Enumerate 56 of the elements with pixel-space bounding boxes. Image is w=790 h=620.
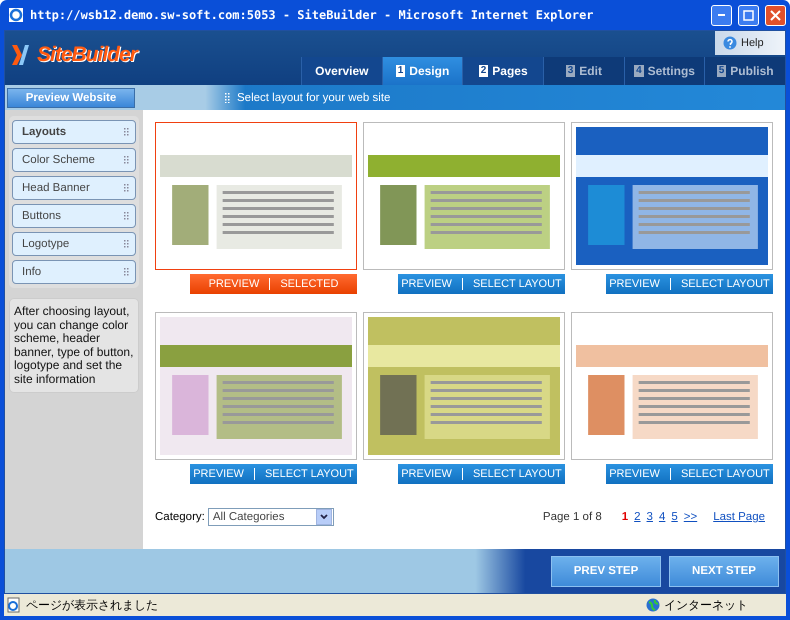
window-title: http://wsb12.demo.sw-soft.com:5053 - SiteBuilder - Microsoft Internet Explorer (30, 8, 595, 22)
status-message: ページが表示されました (26, 596, 159, 614)
preview-link[interactable]: PREVIEW (609, 278, 660, 290)
nav-tab[interactable]: Overview (301, 57, 382, 85)
page-link[interactable]: 1 (622, 511, 628, 523)
grip-icon (124, 240, 129, 248)
page-summary: Page 1 of 8 (542, 511, 602, 523)
next-pages-link[interactable]: >> (684, 511, 698, 523)
sidebar-item[interactable]: Info (12, 260, 136, 284)
category-dropdown[interactable]: All Categories (208, 508, 334, 526)
maximize-button[interactable] (738, 4, 759, 26)
sidebar-item[interactable]: Layouts (12, 120, 136, 144)
zone-text: インターネット (664, 596, 748, 614)
grip-icon (124, 184, 129, 192)
select-layout-link[interactable]: SELECT LAYOUT (472, 468, 562, 480)
page-icon (6, 597, 22, 613)
select-layout-link[interactable]: SELECT LAYOUT (264, 468, 354, 480)
minimize-button[interactable] (711, 4, 732, 26)
page-link[interactable]: 2 (634, 511, 641, 523)
grip-icon (124, 212, 129, 220)
dots-icon (225, 92, 231, 102)
nav-tab[interactable]: 1 Design (382, 57, 462, 85)
preview-link[interactable]: PREVIEW (193, 468, 244, 480)
page-link[interactable]: 4 (658, 511, 666, 523)
preview-link[interactable]: PREVIEW (401, 468, 452, 480)
category-label: Category: (155, 511, 205, 523)
sidebar-item[interactable]: Logotype (12, 232, 136, 256)
close-button[interactable] (765, 4, 786, 26)
grip-icon (124, 128, 129, 136)
help-link[interactable]: Help (741, 37, 764, 49)
globe-icon (646, 598, 660, 612)
page-link[interactable]: 3 (646, 511, 653, 523)
help-icon (723, 36, 737, 50)
sidebar-item[interactable]: Buttons (12, 204, 136, 228)
select-layout-link[interactable]: SELECT LAYOUT (680, 468, 770, 480)
maximize-icon (743, 10, 754, 20)
browser-icon (8, 7, 24, 23)
grip-icon (124, 156, 129, 164)
help-note: After choosing layout, you can change color scheme, header banner, type of button, logotype and set the site information (9, 298, 139, 393)
preview-link[interactable]: PREVIEW (401, 278, 452, 290)
last-page-link[interactable]: Last Page (713, 511, 765, 523)
select-layout-link[interactable]: SELECTED (280, 278, 338, 290)
preview-link[interactable]: PREVIEW (208, 278, 260, 290)
select-layout-link[interactable]: SELECT LAYOUT (472, 278, 562, 290)
sidebar-item[interactable]: Color Scheme (12, 148, 136, 172)
caret-icon (320, 514, 328, 520)
page-link[interactable]: 5 (671, 511, 678, 523)
nav-tab[interactable]: 2 Pages (462, 57, 544, 85)
preview-link[interactable]: PREVIEW (609, 468, 660, 480)
logo-text: SiteBuilder (37, 43, 137, 67)
sidebar-item[interactable]: Head Banner (12, 176, 136, 200)
minimize-icon (718, 14, 725, 16)
hint-text: Select layout for your web site (237, 92, 390, 104)
select-layout-link[interactable]: SELECT LAYOUT (680, 278, 770, 290)
grip-icon (124, 268, 129, 276)
close-icon (770, 10, 781, 20)
